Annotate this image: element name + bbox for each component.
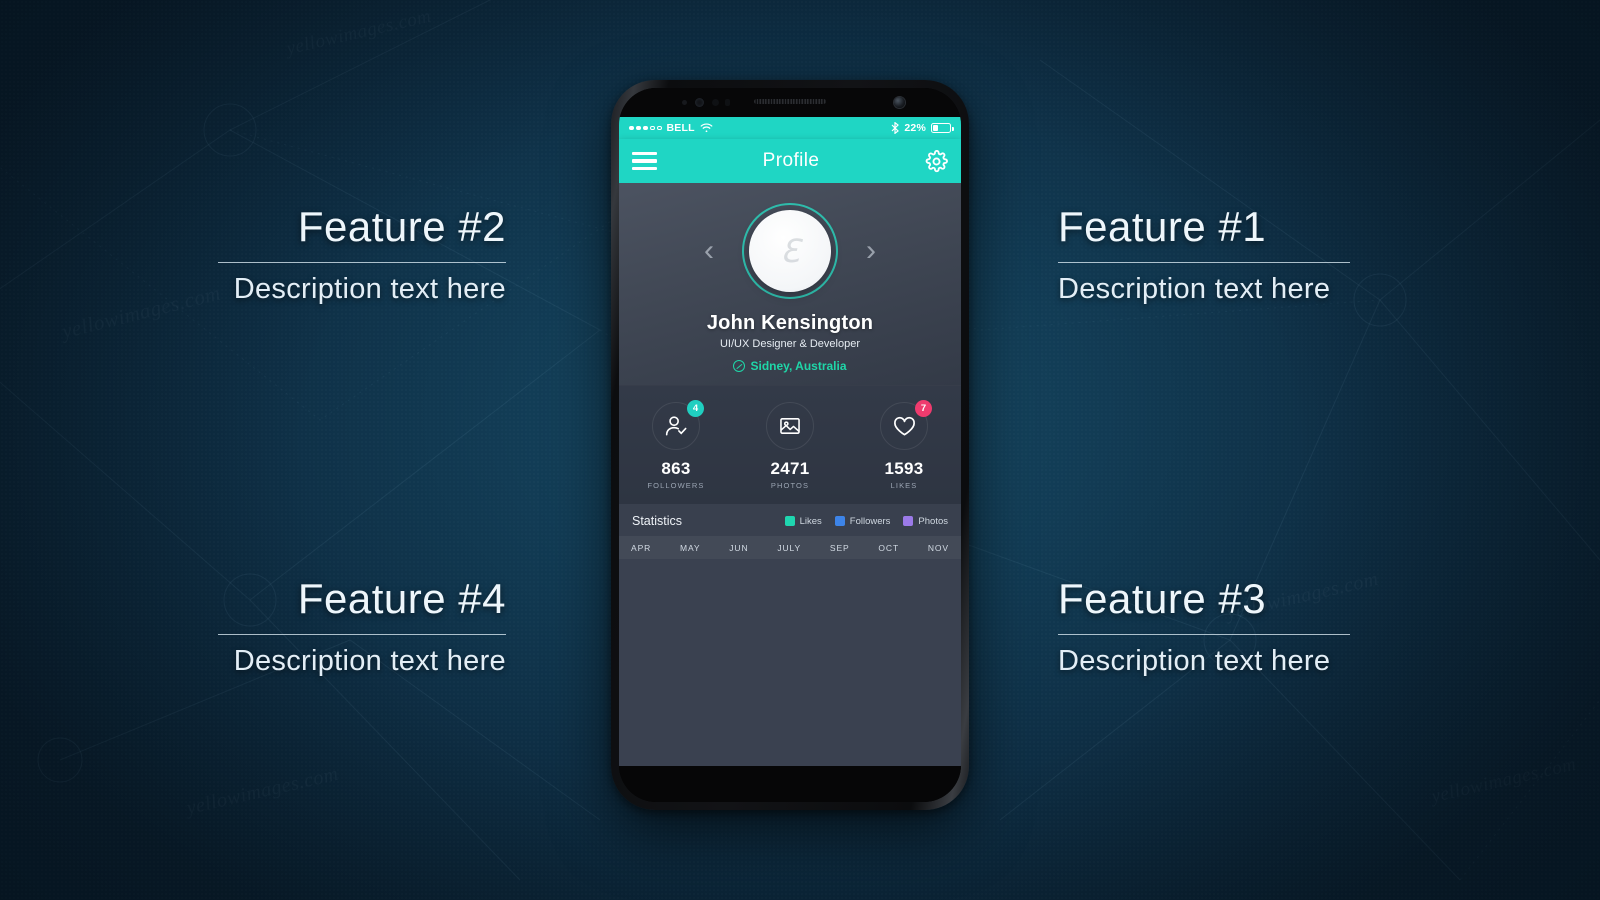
feature-divider — [218, 262, 506, 264]
chevron-right-icon[interactable]: › — [866, 236, 876, 266]
month-label: APR — [631, 543, 652, 553]
profile-name: John Kensington — [706, 312, 874, 334]
status-bar: BELL 22% — [619, 117, 961, 139]
month-label: SEP — [829, 543, 850, 553]
legend-label: Followers — [849, 515, 891, 527]
app-nav-bar: Profile — [619, 139, 961, 183]
statistics-section: Statistics Likes Followers Photos APR MA… — [619, 504, 961, 559]
bluetooth-icon — [891, 122, 900, 134]
legend-label: Photos — [918, 515, 948, 527]
chart-legend: Likes Followers Photos — [784, 515, 948, 527]
earpiece-speaker — [754, 99, 826, 104]
phone-bottom-bezel — [619, 766, 961, 802]
feature-title: Feature #1 — [1058, 203, 1267, 250]
feature-callout-3: Feature #3 Description text here — [1058, 575, 1350, 678]
legend-swatch — [903, 516, 914, 526]
front-camera — [894, 97, 905, 108]
profile-location: Sidney, Australia — [619, 359, 961, 373]
feature-divider — [1058, 634, 1350, 636]
stat-label: LIKES — [890, 481, 918, 490]
feature-callout-1: Feature #1 Description text here — [1058, 203, 1350, 306]
legend-item-followers[interactable]: Followers — [834, 515, 891, 527]
gear-icon[interactable] — [925, 149, 948, 173]
profile-role: UI/UX Designer & Developer — [719, 338, 860, 350]
stat-value: 863 — [661, 459, 691, 478]
feature-divider — [1058, 262, 1350, 264]
phone-screen: BELL 22% Profile ‹ ℇ › John Kensington U… — [619, 117, 961, 766]
stat-likes[interactable]: 7 1593 LIKES — [847, 400, 961, 490]
legend-swatch — [834, 516, 845, 526]
feature-description: Description text here — [1058, 273, 1331, 306]
iris-sensor — [695, 98, 704, 107]
profile-stats-row: 4 863 FOLLOWERS 2471 PHOTOS 7 1593 LIKES — [619, 385, 961, 504]
carrier-label: BELL — [666, 122, 695, 134]
image-icon — [766, 402, 814, 450]
stat-followers[interactable]: 4 863 FOLLOWERS — [619, 400, 733, 490]
feature-description: Description text here — [233, 273, 506, 306]
profile-section: ‹ ℇ › John Kensington UI/UX Designer & D… — [619, 183, 961, 385]
feature-title: Feature #2 — [297, 203, 506, 250]
followers-badge: 4 — [687, 400, 704, 417]
feature-description: Description text here — [233, 645, 506, 678]
month-label: JUN — [729, 543, 749, 553]
hamburger-menu-icon[interactable] — [632, 151, 657, 171]
page-title: Profile — [762, 150, 820, 171]
stat-label: FOLLOWERS — [647, 481, 705, 490]
legend-swatch — [784, 516, 795, 526]
signal-dots-icon — [629, 125, 662, 131]
stat-label: PHOTOS — [770, 481, 810, 490]
feature-callout-2: Feature #2 Description text here — [218, 203, 506, 306]
legend-item-photos[interactable]: Photos — [903, 516, 948, 527]
proximity-sensor — [682, 100, 687, 105]
chevron-left-icon[interactable]: ‹ — [704, 236, 714, 266]
stat-value: 1593 — [884, 459, 924, 478]
stat-photos[interactable]: 2471 PHOTOS — [733, 402, 847, 490]
light-sensor — [712, 99, 719, 106]
feature-title: Feature #3 — [1058, 575, 1267, 622]
phone-mockup: BELL 22% Profile ‹ ℇ › John Kensington U… — [611, 80, 969, 810]
avatar[interactable]: ℇ — [742, 203, 838, 299]
profile-location-label: Sidney, Australia — [750, 359, 847, 373]
likes-badge: 7 — [915, 400, 932, 417]
feature-callout-4: Feature #4 Description text here — [218, 575, 506, 678]
month-label: JULY — [777, 543, 802, 553]
location-check-icon — [733, 360, 746, 372]
battery-icon — [931, 123, 954, 133]
feature-title: Feature #4 — [297, 575, 506, 622]
month-label: MAY — [679, 543, 701, 553]
feature-divider — [218, 634, 506, 636]
month-label: OCT — [878, 543, 900, 553]
legend-label: Likes — [799, 515, 822, 527]
legend-item-likes[interactable]: Likes — [784, 515, 822, 527]
battery-percent-label: 22% — [904, 122, 926, 134]
led-indicator — [725, 99, 730, 106]
chart-x-axis-labels: APR MAY JUN JULY SEP OCT NOV — [619, 536, 961, 559]
month-label: NOV — [927, 543, 949, 553]
stat-value: 2471 — [770, 459, 810, 478]
statistics-title: Statistics — [632, 514, 683, 528]
feature-description: Description text here — [1058, 645, 1331, 678]
wifi-icon — [700, 123, 713, 133]
avatar-placeholder: ℇ — [749, 210, 831, 292]
